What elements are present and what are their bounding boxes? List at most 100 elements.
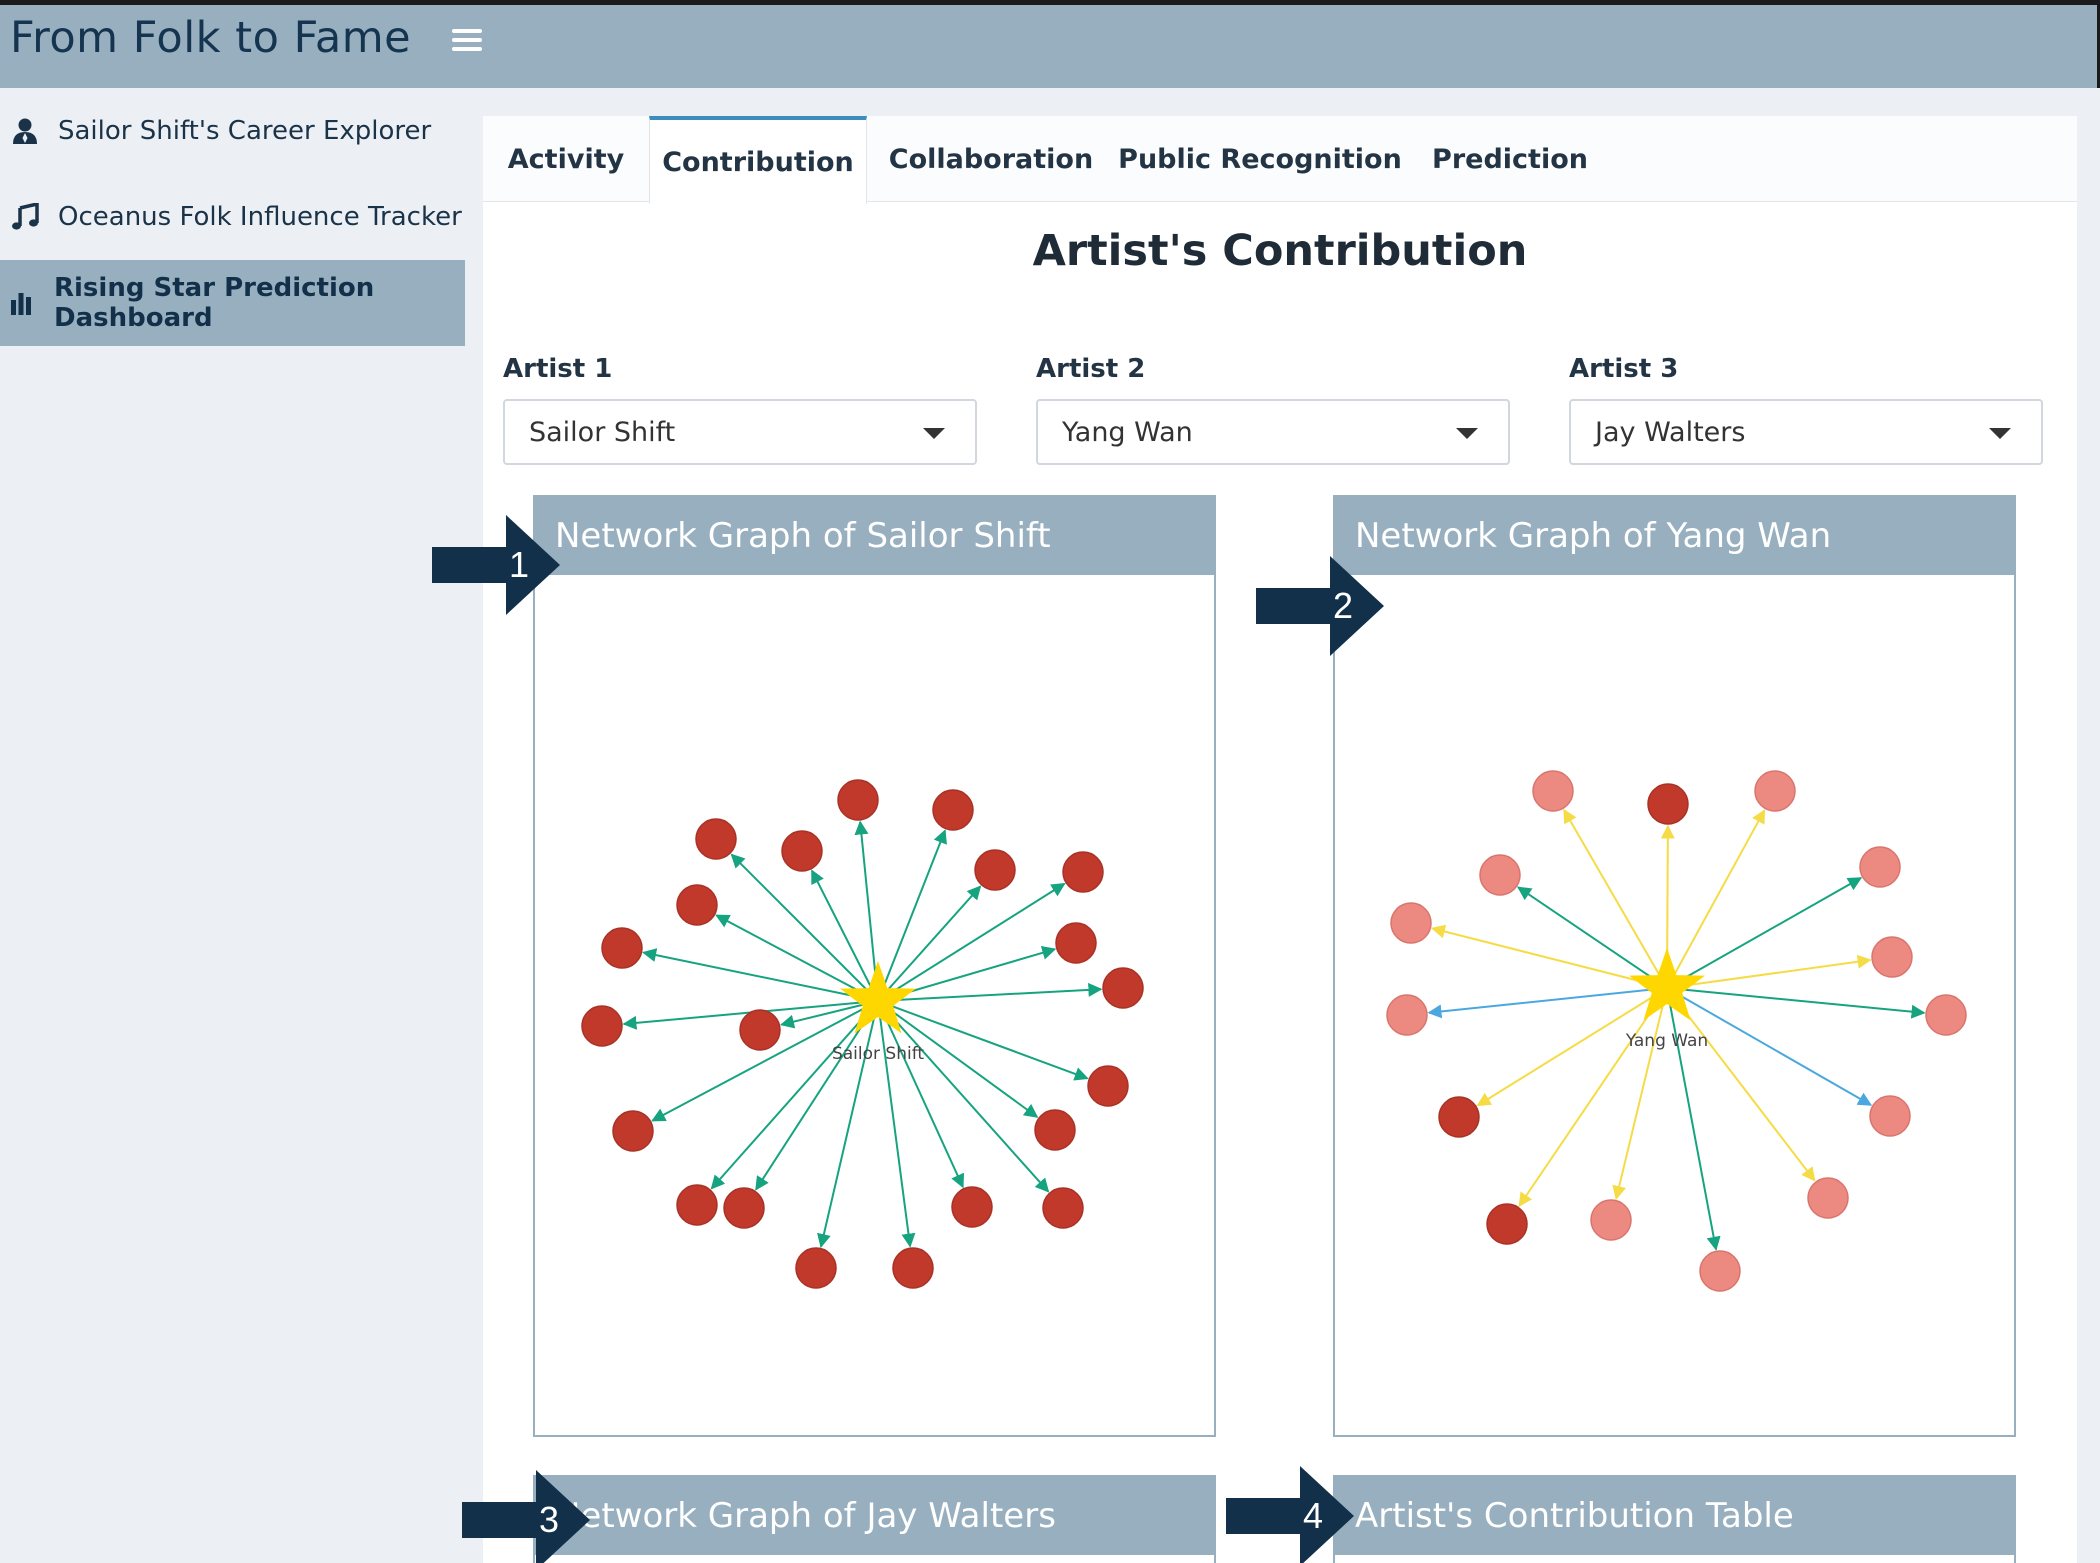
annotation-number: 4 [1303, 1495, 1323, 1536]
annotation-arrow-4: 4 [1226, 1466, 1356, 1563]
tab-prediction[interactable]: Prediction [1405, 116, 1615, 202]
center-star-node[interactable] [1629, 948, 1705, 1021]
graph-edge [1517, 886, 1668, 989]
graph-edge [817, 1000, 879, 1248]
tab-panel: Activity Contribution Collaboration Publ… [483, 116, 2077, 1563]
artist-2-select[interactable]: Yang Wan [1036, 399, 1510, 465]
graph-node[interactable] [676, 884, 718, 926]
graph-node[interactable] [601, 927, 643, 969]
graph-node[interactable] [1479, 854, 1521, 896]
artist-1-value: Sailor Shift [529, 416, 676, 448]
graph-node[interactable] [676, 1184, 718, 1226]
graph-node[interactable] [1869, 1095, 1911, 1137]
annotation-arrow-2: 2 [1256, 556, 1386, 656]
graph-node[interactable] [1532, 770, 1574, 812]
graph-node[interactable] [1754, 770, 1796, 812]
graph-edge [877, 882, 1066, 1002]
artist-1-label: Artist 1 [503, 354, 613, 384]
graph-edge [642, 948, 879, 1002]
graph-node[interactable] [581, 1005, 623, 1047]
graph-node[interactable] [1807, 1177, 1849, 1219]
graph-edge [877, 829, 947, 1002]
artist-2-value: Yang Wan [1062, 416, 1193, 448]
graph-node[interactable] [974, 849, 1016, 891]
artist-3-value: Jay Walters [1595, 416, 1746, 448]
annotation-number: 2 [1333, 585, 1353, 626]
tab-contribution[interactable]: Contribution [649, 116, 867, 204]
graph-node[interactable] [1390, 902, 1432, 944]
graph-node[interactable] [1034, 1109, 1076, 1151]
network-graph-sailor-shift[interactable]: Sailor Shift [535, 575, 1214, 1435]
box-title: Network Graph of Jay Walters [535, 1477, 1214, 1555]
tab-collaboration[interactable]: Collaboration [867, 116, 1115, 202]
box-title: Network Graph of Yang Wan [1335, 497, 2014, 575]
graph-node[interactable] [1647, 783, 1689, 825]
sidebar: Sailor Shift's Career Explorer Oceanus F… [0, 88, 465, 1563]
graph-edge [811, 869, 879, 1002]
graph-node[interactable] [1925, 994, 1967, 1036]
graph-node[interactable] [739, 1009, 781, 1051]
graph-edge [877, 1000, 1089, 1081]
box-title: Network Graph of Sailor Shift [535, 497, 1214, 575]
graph-node[interactable] [1871, 936, 1913, 978]
graph-node[interactable] [695, 818, 737, 860]
graph-node[interactable] [1386, 994, 1428, 1036]
graph-node[interactable] [951, 1186, 993, 1228]
app-title: From Folk to Fame [10, 13, 412, 63]
artist-3-select[interactable]: Jay Walters [1569, 399, 2043, 465]
graph-edge [1666, 954, 1872, 989]
graph-edge [877, 885, 982, 1002]
tab-public-recognition[interactable]: Public Recognition [1115, 116, 1405, 202]
network-graph-box-3: Network Graph of Jay Walters [533, 1475, 1216, 1563]
graph-edge [710, 1000, 879, 1190]
caret-down-icon [923, 428, 945, 439]
network-graph-box-1: Network Graph of Sailor Shift Sailor Shi… [533, 495, 1216, 1437]
graph-node[interactable] [1062, 851, 1104, 893]
graph-edge [1563, 808, 1668, 989]
tab-activity[interactable]: Activity [483, 116, 649, 202]
graph-node[interactable] [932, 789, 974, 831]
sidebar-item-label: Sailor Shift's Career Explorer [58, 116, 432, 146]
graph-node[interactable] [723, 1187, 765, 1229]
graph-edge [877, 1000, 1050, 1193]
sidebar-item-rising-star-dashboard[interactable]: Rising Star Prediction Dashboard [0, 260, 465, 346]
graph-node[interactable] [1102, 967, 1144, 1009]
graph-node[interactable] [892, 1247, 934, 1289]
graph-node[interactable] [1042, 1187, 1084, 1229]
graph-node[interactable] [1055, 922, 1097, 964]
graph-edge [1518, 987, 1668, 1207]
graph-edge [1430, 924, 1668, 989]
caret-down-icon [1456, 428, 1478, 439]
graph-edge [1666, 987, 1721, 1251]
tab-bar: Activity Contribution Collaboration Publ… [483, 116, 2077, 204]
bar-chart-icon [10, 288, 36, 318]
graph-node[interactable] [1590, 1199, 1632, 1241]
graph-node[interactable] [781, 830, 823, 872]
graph-node[interactable] [1438, 1096, 1480, 1138]
box-title: Artist's Contribution Table [1335, 1477, 2014, 1555]
graph-node[interactable] [1699, 1250, 1741, 1292]
center-node-label: Sailor Shift [832, 1044, 924, 1064]
artist-1-select[interactable]: Sailor Shift [503, 399, 977, 465]
caret-down-icon [1989, 428, 2011, 439]
graph-node[interactable] [795, 1247, 837, 1289]
graph-node[interactable] [612, 1110, 654, 1152]
graph-node[interactable] [1859, 846, 1901, 888]
annotation-arrow-3: 3 [462, 1470, 592, 1563]
graph-edge [1612, 987, 1668, 1200]
network-graph-yang-wan[interactable]: Yang Wan [1335, 575, 2014, 1435]
sidebar-item-influence-tracker[interactable]: Oceanus Folk Influence Tracker [0, 174, 465, 260]
graph-node[interactable] [1087, 1065, 1129, 1107]
network-graph-box-2: Network Graph of Yang Wan Yang Wan [1333, 495, 2016, 1437]
annotation-number: 1 [509, 544, 529, 585]
sidebar-item-career-explorer[interactable]: Sailor Shift's Career Explorer [0, 88, 465, 174]
annotation-arrow-1: 1 [432, 515, 562, 615]
menu-toggle-icon[interactable] [452, 25, 482, 55]
graph-edge [715, 914, 879, 1002]
center-node-label: Yang Wan [1625, 1031, 1708, 1051]
graph-node[interactable] [837, 779, 879, 821]
top-bar: From Folk to Fame [0, 0, 2100, 88]
artist-2-label: Artist 2 [1036, 354, 1146, 384]
graph-node[interactable] [1486, 1203, 1528, 1245]
contribution-table-box: Artist's Contribution Table [1333, 1475, 2016, 1563]
